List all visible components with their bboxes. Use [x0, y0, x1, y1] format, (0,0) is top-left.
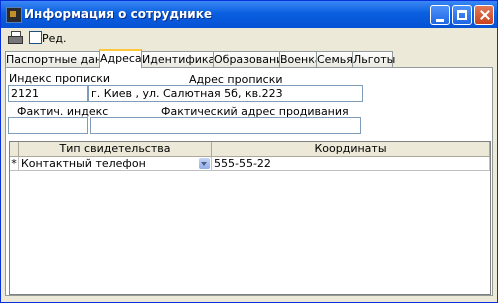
tab-identification[interactable]: Идентификация	[141, 51, 237, 67]
row-marker: *	[10, 157, 19, 171]
print-icon-body	[8, 36, 23, 44]
title-bar[interactable]: Информация о сотруднике	[1, 1, 497, 28]
type-cell-value: Контактный телефон	[21, 157, 146, 170]
print-icon[interactable]	[8, 31, 23, 44]
employee-info-window: Информация о сотруднике Ред. Паспортные …	[0, 0, 498, 303]
column-header-type[interactable]: Тип свидетельства	[19, 142, 212, 157]
tab-addresses[interactable]: Адреса	[99, 49, 142, 68]
fact-address-field[interactable]	[90, 117, 361, 134]
column-header-coordinates[interactable]: Координаты	[212, 142, 490, 157]
tab-benefits[interactable]: Льготы	[352, 51, 395, 67]
reg-index-field[interactable]: 2121	[8, 85, 88, 102]
edit-checkbox-label[interactable]: Ред.	[42, 32, 67, 45]
reg-index-label: Индекс прописки	[9, 72, 111, 85]
toolbar: Ред.	[1, 29, 497, 47]
tab-family[interactable]: Семья	[316, 51, 353, 67]
maximize-button[interactable]	[452, 5, 472, 25]
maximize-icon	[457, 10, 467, 20]
tab-education[interactable]: Образование	[213, 51, 290, 67]
minimize-button[interactable]	[430, 5, 450, 25]
dropdown-arrow-icon[interactable]	[199, 158, 210, 169]
tab-passport[interactable]: Паспортные данные	[5, 51, 125, 67]
close-button[interactable]	[474, 5, 494, 25]
fact-index-field[interactable]	[8, 117, 88, 134]
app-icon	[6, 7, 22, 23]
grid-indicator-header	[10, 142, 19, 157]
reg-address-field[interactable]: г. Киев , ул. Салютная 5б, кв.223	[88, 85, 363, 102]
edit-checkbox[interactable]	[29, 31, 42, 44]
coordinates-cell[interactable]: 555-55-22	[212, 157, 490, 171]
tab-military[interactable]: Военка	[279, 51, 322, 67]
minimize-icon	[436, 19, 444, 22]
window-title: Информация о сотруднике	[24, 7, 212, 21]
contacts-grid: Тип свидетельства Координаты * Контактны…	[9, 141, 491, 295]
type-cell-select[interactable]: Контактный телефон	[19, 157, 212, 171]
